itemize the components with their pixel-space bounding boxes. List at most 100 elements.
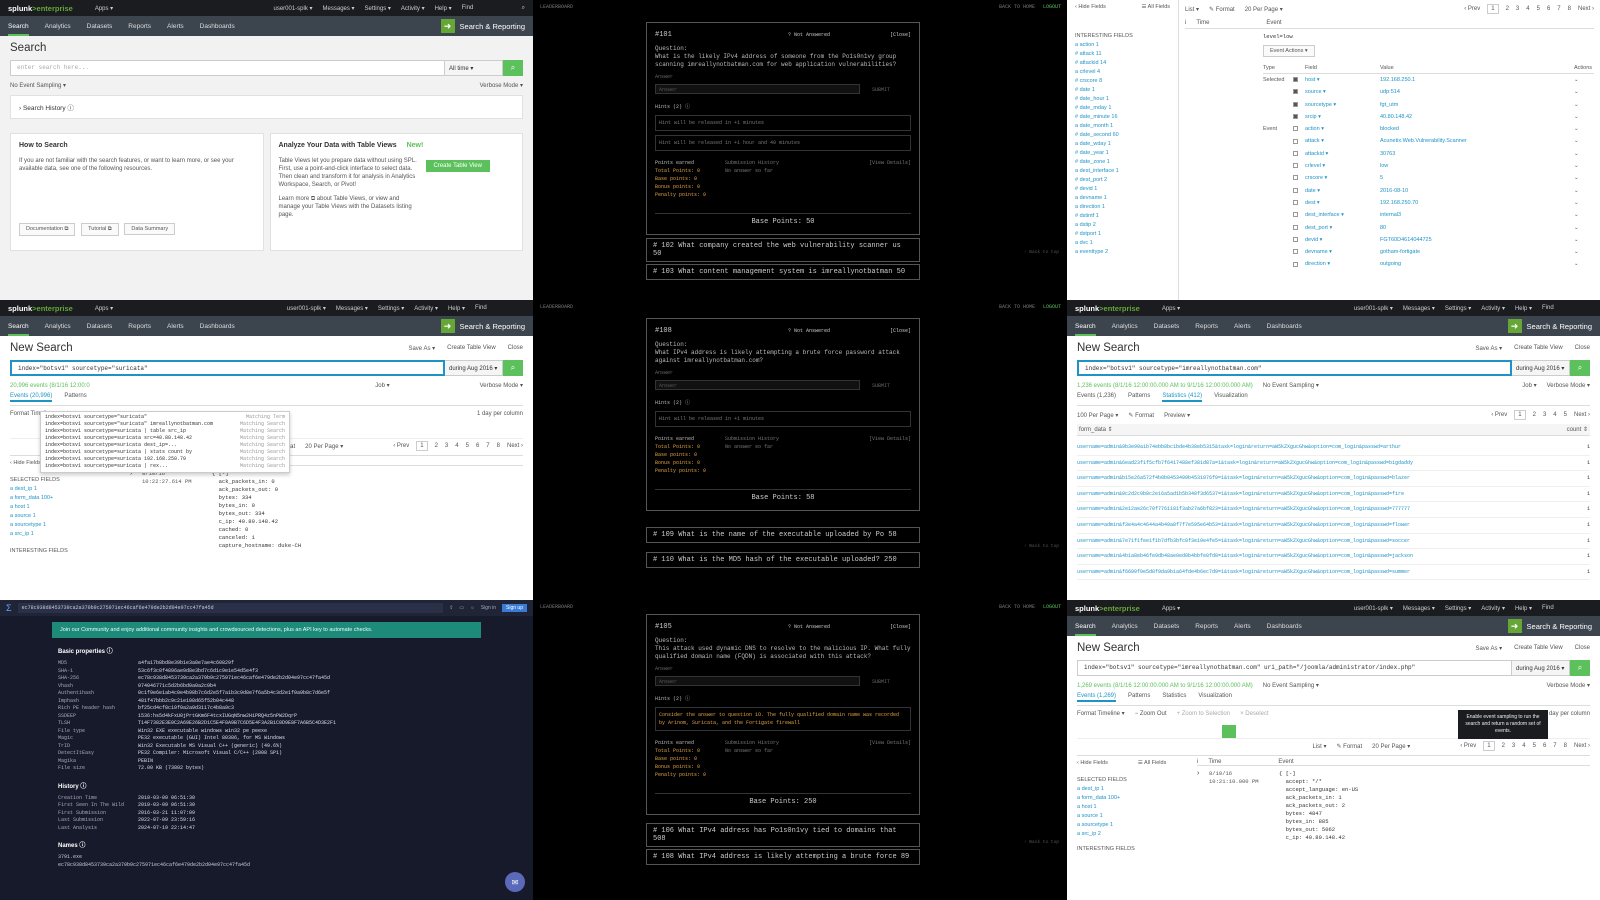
field-name[interactable]: sourcetype ▾ bbox=[1305, 99, 1380, 111]
field-item[interactable]: a action 1 bbox=[1075, 41, 1170, 50]
field-item[interactable]: a direction 1 bbox=[1075, 203, 1170, 212]
close-link[interactable]: Close bbox=[508, 345, 523, 352]
sign-up-button[interactable]: Sign up bbox=[502, 604, 527, 612]
field-item[interactable]: # crscore 8 bbox=[1075, 77, 1170, 86]
vt-search-input[interactable]: ec78c938d8453739ca2a370b9c275971ec46caf6… bbox=[17, 603, 444, 613]
close-button[interactable]: [Close] bbox=[890, 31, 911, 39]
field-value[interactable]: low bbox=[1380, 160, 1574, 172]
per-page-dropdown[interactable]: 20 Per Page ▾ bbox=[1245, 6, 1283, 13]
field-item[interactable]: # date_year 1 bbox=[1075, 149, 1170, 158]
field-item[interactable]: # date 1 bbox=[1075, 86, 1170, 95]
checkbox[interactable] bbox=[1293, 160, 1305, 172]
field-item[interactable]: a sourcetype 1 bbox=[10, 521, 130, 530]
field-item[interactable]: a devname 1 bbox=[1075, 194, 1170, 203]
suggestion-item[interactable]: index=botsv1 sourcetype="suricata" Matchi… bbox=[45, 414, 285, 421]
nav-datasets[interactable]: Datasets bbox=[87, 23, 113, 30]
answer-input[interactable]: Answer bbox=[655, 676, 860, 686]
field-value[interactable]: 30763 bbox=[1380, 148, 1574, 160]
nav-analytics[interactable]: Analytics bbox=[45, 23, 71, 30]
nav-dashboards[interactable]: Dashboards bbox=[200, 23, 235, 30]
table-row[interactable]: username=admin&9c2d2c9b8c2e16a5ad1b5b348… bbox=[1077, 487, 1590, 503]
question-row-108[interactable]: # 108 What IPv4 address is likely attemp… bbox=[646, 849, 920, 865]
sign-in-link[interactable]: Sign in bbox=[481, 605, 496, 611]
search-submit-button[interactable]: ⌕ bbox=[1570, 360, 1590, 376]
field-name[interactable]: crscore ▾ bbox=[1305, 172, 1380, 184]
time-range-picker[interactable]: All time ▾ bbox=[445, 60, 503, 76]
field-value[interactable]: 192.168.250.1 bbox=[1380, 74, 1574, 86]
settings-menu[interactable]: Settings ▾ bbox=[365, 5, 391, 12]
checkbox[interactable] bbox=[1293, 197, 1305, 209]
question-row-110[interactable]: # 110 What is the MD5 hash of the execut… bbox=[646, 552, 920, 568]
find-input[interactable]: Find bbox=[462, 5, 512, 11]
search-input[interactable]: enter search here... bbox=[10, 60, 445, 76]
chevron-down-icon[interactable]: ⌄ bbox=[1574, 74, 1594, 86]
field-name[interactable]: dest_interface ▾ bbox=[1305, 209, 1380, 221]
field-item[interactable]: # dest_port 2 bbox=[1075, 176, 1170, 185]
field-value[interactable]: udp:514 bbox=[1380, 86, 1574, 98]
chevron-down-icon[interactable]: ⌄ bbox=[1574, 258, 1594, 270]
table-row[interactable]: username=admin&2e12ae26c70f7761181f3ab27… bbox=[1077, 502, 1590, 518]
checkbox[interactable] bbox=[1293, 246, 1305, 258]
field-value[interactable]: 40.80.148.42 bbox=[1380, 111, 1574, 123]
field-name[interactable]: direction ▾ bbox=[1305, 258, 1380, 270]
field-name[interactable]: attack ▾ bbox=[1305, 135, 1380, 147]
field-value[interactable]: 192.168.250.70 bbox=[1380, 197, 1574, 209]
table-row[interactable]: username=admin&7e71f1fee1f1b7dfb3bfc8f3e… bbox=[1077, 534, 1590, 550]
chevron-down-icon[interactable]: ⌄ bbox=[1574, 160, 1594, 172]
field-item[interactable]: # date_mday 1 bbox=[1075, 104, 1170, 113]
chevron-down-icon[interactable]: ⌄ bbox=[1574, 135, 1594, 147]
field-name[interactable]: action ▾ bbox=[1305, 123, 1380, 135]
table-views-more[interactable]: Learn more ⧉ about Table Views, or view … bbox=[279, 195, 419, 219]
field-item[interactable]: a form_data 100+ bbox=[10, 494, 130, 503]
field-item[interactable]: # date_minute 16 bbox=[1075, 113, 1170, 122]
table-row[interactable]: username=admin&f6600f0e5d8f9da9b1a64fde4… bbox=[1077, 565, 1590, 581]
field-item[interactable]: a dstip 2 bbox=[1075, 221, 1170, 230]
search-submit-button[interactable]: ⌕ bbox=[1570, 660, 1590, 676]
chevron-down-icon[interactable]: ⌄ bbox=[1574, 86, 1594, 98]
table-row[interactable]: username=admin&b15e26a572f4b0b0453499b45… bbox=[1077, 471, 1590, 487]
field-value[interactable]: FGT60D4614044725 bbox=[1380, 234, 1574, 246]
back-home-link[interactable]: BACK TO HOME bbox=[999, 4, 1035, 10]
field-item[interactable]: a host 1 bbox=[10, 503, 130, 512]
checkbox[interactable] bbox=[1293, 209, 1305, 221]
field-item[interactable]: # dstport 1 bbox=[1075, 230, 1170, 239]
field-value[interactable]: 80 bbox=[1380, 222, 1574, 234]
field-item[interactable]: # devid 1 bbox=[1075, 185, 1170, 194]
question-row-106[interactable]: # 106 What IPv4 address has Po1s0n1vy ti… bbox=[646, 823, 920, 847]
save-as-menu[interactable]: Save As ▾ bbox=[408, 345, 435, 352]
nav-reports[interactable]: Reports bbox=[128, 23, 151, 30]
form-data-cell[interactable]: username=admin&b15e26a572f4b0b0453499b45… bbox=[1077, 471, 1580, 486]
form-data-cell[interactable]: username=admin&f6600f0e5d8f9da9b1a64fde4… bbox=[1077, 565, 1580, 580]
search-input[interactable]: index="botsv1" sourcetype="imreallynotba… bbox=[1077, 360, 1512, 376]
chevron-down-icon[interactable]: ⌄ bbox=[1574, 123, 1594, 135]
back-to-top-link[interactable]: ↑ Back to top bbox=[1024, 250, 1059, 255]
field-item[interactable]: a date_month 1 bbox=[1075, 122, 1170, 131]
list-dropdown[interactable]: List ▾ bbox=[1185, 6, 1199, 13]
chevron-down-icon[interactable]: ⌄ bbox=[1574, 209, 1594, 221]
chevron-down-icon[interactable]: ⌄ bbox=[1574, 197, 1594, 209]
form-data-cell[interactable]: username=admin&6ead23f1f5cfb7f6417488ef3… bbox=[1077, 456, 1580, 471]
suggestion-item[interactable]: index=botsv1 sourcetype="suricata" imrea… bbox=[45, 421, 285, 428]
suggestion-item[interactable]: index=botsv1 sourcetype=suricata | table… bbox=[45, 428, 285, 435]
suggestion-item[interactable]: index=botsv1 sourcetype=suricata | stats… bbox=[45, 449, 285, 456]
event-actions-button[interactable]: Event Actions ▾ bbox=[1263, 45, 1315, 57]
search-submit-button[interactable]: ⌕ bbox=[503, 60, 523, 76]
chevron-down-icon[interactable]: ⌄ bbox=[1574, 222, 1594, 234]
theme-icon[interactable]: ☼ bbox=[470, 605, 475, 611]
close-button[interactable]: [Close] bbox=[890, 623, 911, 631]
chevron-down-icon[interactable]: ⌄ bbox=[1574, 148, 1594, 160]
field-item[interactable]: a dest_ip 1 bbox=[1077, 785, 1197, 794]
form-data-cell[interactable]: username=admin&9b3e99a1b74ebb8bc1bde4b38… bbox=[1077, 440, 1580, 455]
field-value[interactable]: gotham-fortigate bbox=[1380, 246, 1574, 258]
field-item[interactable]: a dest_ip 1 bbox=[10, 485, 130, 494]
form-data-cell[interactable]: username=admin&7e71f1fee1f1b7dfb3bfc8f3e… bbox=[1077, 534, 1580, 549]
hint-1[interactable]: Hint will be released in +1 minutes bbox=[655, 115, 911, 131]
count-column[interactable]: count ⇕ bbox=[1567, 426, 1588, 433]
field-name[interactable]: devid ▾ bbox=[1305, 234, 1380, 246]
form-data-column[interactable]: form_data ⇕ bbox=[1079, 426, 1113, 433]
table-row[interactable]: username=admin&4b1a8eb46fe9db48ae0ed0b4b… bbox=[1077, 549, 1590, 565]
field-item[interactable]: a eventtype 2 bbox=[1075, 248, 1170, 257]
checkbox[interactable] bbox=[1293, 111, 1305, 123]
form-data-cell[interactable]: username=admin&2e12ae26c70f7761181f3ab27… bbox=[1077, 502, 1580, 517]
chevron-down-icon[interactable]: ⌄ bbox=[1574, 185, 1594, 197]
